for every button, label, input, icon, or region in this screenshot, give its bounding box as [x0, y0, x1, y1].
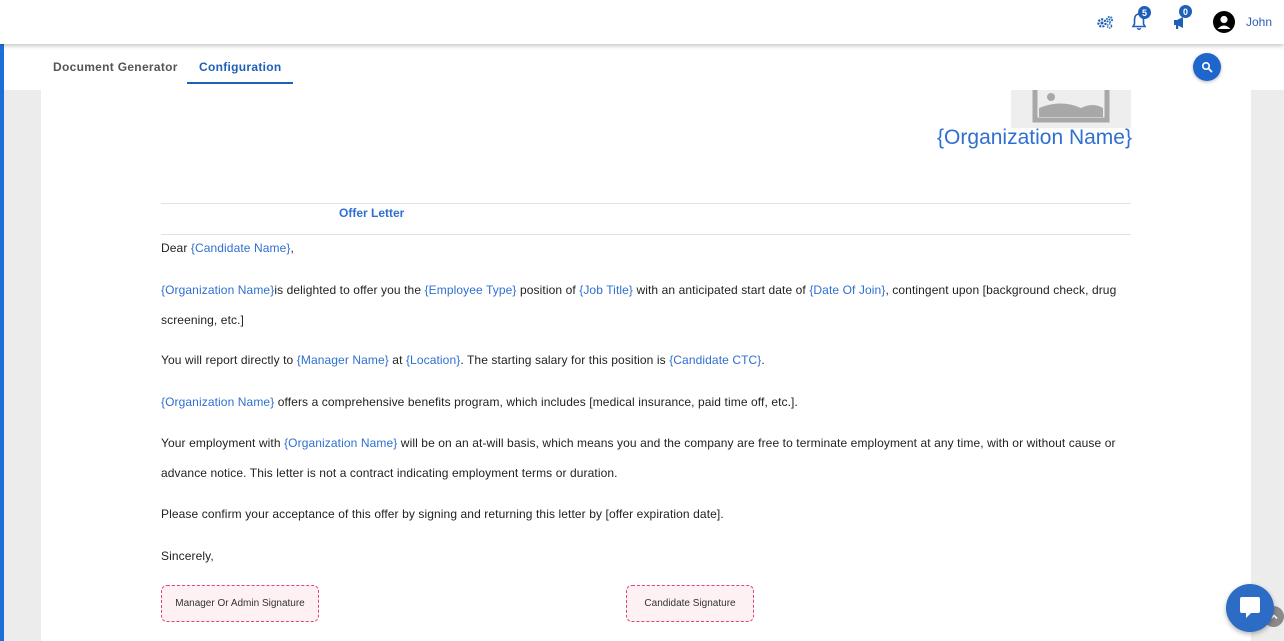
paragraph-text: offers a comprehensive benefits program,…: [274, 395, 798, 409]
candidate-ctc-placeholder: {Candidate CTC}: [669, 353, 762, 367]
paragraph-benefits: {Organization Name} offers a comprehensi…: [161, 387, 1131, 417]
offer-letter-title: Offer Letter: [339, 206, 405, 220]
employee-type-placeholder: {Employee Type}: [424, 283, 517, 297]
divider-top: [161, 203, 1131, 204]
user-name[interactable]: John: [1246, 15, 1272, 29]
chat-icon: [1240, 597, 1260, 618]
paragraph-at-will: Your employment with {Organization Name}…: [161, 428, 1131, 488]
notifications-button[interactable]: 5: [1128, 0, 1151, 44]
closing: Sincerely,: [161, 549, 214, 563]
greeting: Dear {Candidate Name},: [161, 233, 1131, 263]
paragraph-text: . The starting salary for this position …: [460, 353, 670, 367]
chat-button[interactable]: [1226, 584, 1274, 632]
paragraph-text: is delighted to offer you the: [274, 283, 425, 297]
organization-name-placeholder: {Organization Name}: [161, 395, 275, 409]
organization-name-placeholder: {Organization Name}: [284, 436, 398, 450]
user-avatar-icon[interactable]: [1212, 0, 1236, 44]
organization-name-placeholder: {Organization Name}: [161, 283, 275, 297]
candidate-name-placeholder: {Candidate Name}: [190, 241, 291, 255]
image-placeholder-icon: [1011, 90, 1131, 128]
active-tab-indicator: [187, 82, 293, 84]
paragraph-text: Your employment with: [161, 436, 285, 450]
paragraph-reporting: You will report directly to {Manager Nam…: [161, 345, 1131, 375]
paragraph-offer: {Organization Name}is delighted to offer…: [161, 275, 1131, 335]
top-bar: 5 0 John: [0, 0, 1284, 44]
tab-configuration[interactable]: Configuration: [199, 60, 282, 74]
search-icon: [1201, 61, 1213, 73]
announcements-badge: 0: [1179, 5, 1192, 18]
organization-name-heading: {Organization Name}: [937, 126, 1132, 149]
manager-signature-field[interactable]: Manager Or Admin Signature: [161, 585, 319, 622]
paragraph-text: You will report directly to: [161, 353, 297, 367]
paragraph-text: .: [761, 353, 765, 367]
paragraph-text: position of: [516, 283, 580, 297]
search-button[interactable]: [1193, 53, 1221, 81]
greeting-suffix: ,: [290, 241, 294, 255]
location-placeholder: {Location}: [405, 353, 461, 367]
paragraph-text: with an anticipated start date of: [633, 283, 810, 297]
manager-name-placeholder: {Manager Name}: [296, 353, 389, 367]
date-of-join-placeholder: {Date Of Join}: [809, 283, 886, 297]
gears-icon[interactable]: [1094, 0, 1116, 44]
job-title-placeholder: {Job Title}: [579, 283, 634, 297]
notifications-badge: 5: [1138, 6, 1151, 19]
paragraph-text: at: [388, 353, 406, 367]
announcements-button[interactable]: 0: [1170, 0, 1192, 44]
tab-document-generator[interactable]: Document Generator: [53, 60, 178, 74]
greeting-prefix: Dear: [161, 241, 191, 255]
tab-bar: Document Generator Configuration: [4, 46, 1284, 90]
paragraph-acceptance: Please confirm your acceptance of this o…: [161, 507, 724, 521]
candidate-signature-field[interactable]: Candidate Signature: [626, 585, 754, 622]
